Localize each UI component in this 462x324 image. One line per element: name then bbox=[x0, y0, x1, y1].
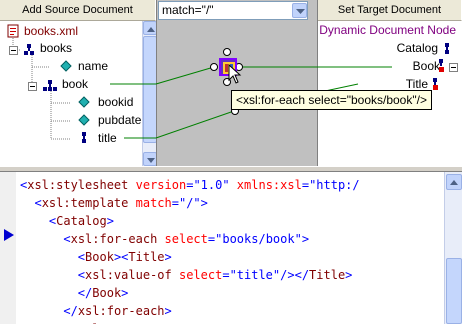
current-line-marker-icon bbox=[4, 229, 14, 241]
xslt-code-editor[interactable]: <xsl:stylesheet version="1.0" xmlns:xsl=… bbox=[16, 172, 444, 324]
code-line[interactable]: </Book> bbox=[20, 284, 129, 302]
code-line[interactable]: <xsl:template match="/"> bbox=[20, 194, 207, 212]
code-line[interactable]: </xsl:for-each> bbox=[20, 302, 171, 320]
code-line[interactable]: <Book><Title> bbox=[20, 248, 172, 266]
mapping-tooltip: <xsl:for-each select="books/book"/> bbox=[231, 90, 432, 110]
tooltip-text: <xsl:for-each select="books/book"/> bbox=[236, 93, 427, 107]
editor-scroll-up-button[interactable] bbox=[446, 174, 462, 190]
mouse-cursor-icon bbox=[228, 64, 242, 84]
code-line[interactable]: <Catalog> bbox=[20, 212, 114, 230]
code-line[interactable]: <xsl:value-of select="title"/></Title> bbox=[20, 266, 353, 284]
editor-gutter bbox=[0, 172, 16, 324]
editor-scroll-thumb[interactable] bbox=[446, 258, 462, 324]
code-line[interactable]: <xsl:stylesheet version="1.0" xmlns:xsl=… bbox=[20, 176, 360, 194]
code-line[interactable]: <xsl:for-each select="books/book"> bbox=[20, 230, 309, 248]
editor-scrollbar[interactable] bbox=[444, 172, 462, 324]
code-line[interactable]: </Catalog> bbox=[20, 320, 121, 324]
